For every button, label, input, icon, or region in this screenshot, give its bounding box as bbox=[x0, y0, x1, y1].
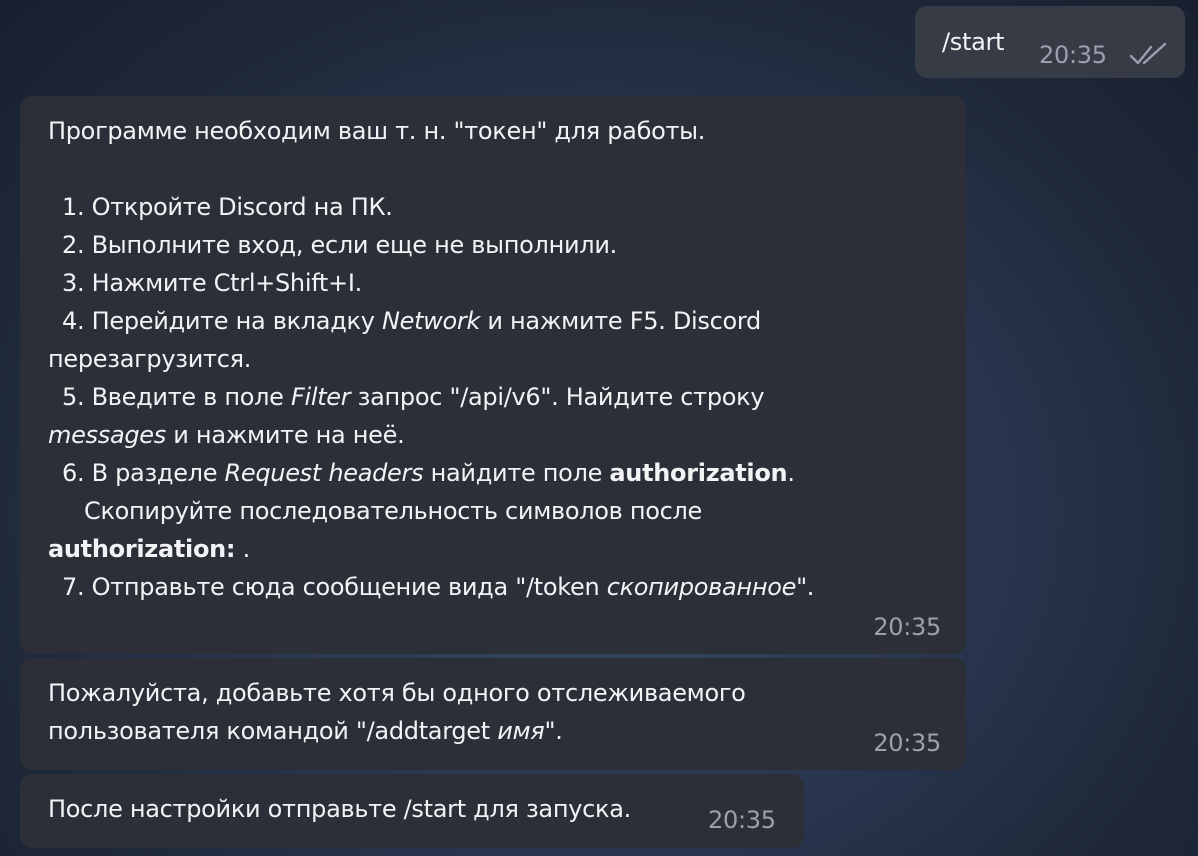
line-2: пользователя командой "/addtarget имя". bbox=[48, 717, 563, 745]
chat-area[interactable]: /start 20:35 Программе необходим ваш т. … bbox=[0, 0, 1198, 856]
message-text: /start bbox=[942, 28, 1005, 56]
step-7: 7. Отправьте сюда сообщение вида "/token… bbox=[62, 573, 815, 601]
double-check-icon bbox=[1129, 42, 1167, 65]
bot-message-start-hint[interactable]: После настройки отправьте /start для зап… bbox=[20, 774, 804, 848]
step-1: 1. Откройте Discord на ПК. bbox=[62, 193, 393, 221]
intro-text: Программе необходим ваш т. н. "токен" дл… bbox=[48, 117, 706, 145]
message-body: Пожалуйста, добавьте хотя бы одного отсл… bbox=[48, 674, 848, 750]
step-4-cont: перезагрузится. bbox=[48, 345, 252, 373]
message-time: 20:35 bbox=[873, 613, 941, 641]
message-time: 20:35 bbox=[708, 806, 776, 834]
message-body: Программе необходим ваш т. н. "токен" дл… bbox=[48, 112, 928, 606]
step-2: 2. Выполните вход, если еще не выполнили… bbox=[62, 231, 617, 259]
bot-message-token-instructions[interactable]: Программе необходим ваш т. н. "токен" дл… bbox=[20, 96, 966, 654]
step-3: 3. Нажмите Ctrl+Shift+I. bbox=[62, 269, 362, 297]
step-5: 5. Введите в поле Filter запрос "/api/v6… bbox=[62, 383, 765, 411]
bot-message-add-target[interactable]: Пожалуйста, добавьте хотя бы одного отсл… bbox=[20, 658, 966, 770]
step-6-cont: Скопируйте последовательность символов п… bbox=[84, 497, 702, 525]
step-4: 4. Перейдите на вкладку Network и нажмит… bbox=[62, 307, 761, 335]
line-1: Пожалуйста, добавьте хотя бы одного отсл… bbox=[48, 679, 746, 707]
step-6-cont-2: authorization: . bbox=[48, 535, 250, 563]
message-text: После настройки отправьте /start для зап… bbox=[48, 795, 631, 823]
step-6: 6. В разделе Request headers найдите пол… bbox=[62, 459, 795, 487]
message-time: 20:35 bbox=[1039, 41, 1107, 69]
message-time: 20:35 bbox=[873, 729, 941, 757]
step-5-cont: messages и нажмите на неё. bbox=[48, 421, 405, 449]
outgoing-message[interactable]: /start 20:35 bbox=[915, 6, 1185, 78]
